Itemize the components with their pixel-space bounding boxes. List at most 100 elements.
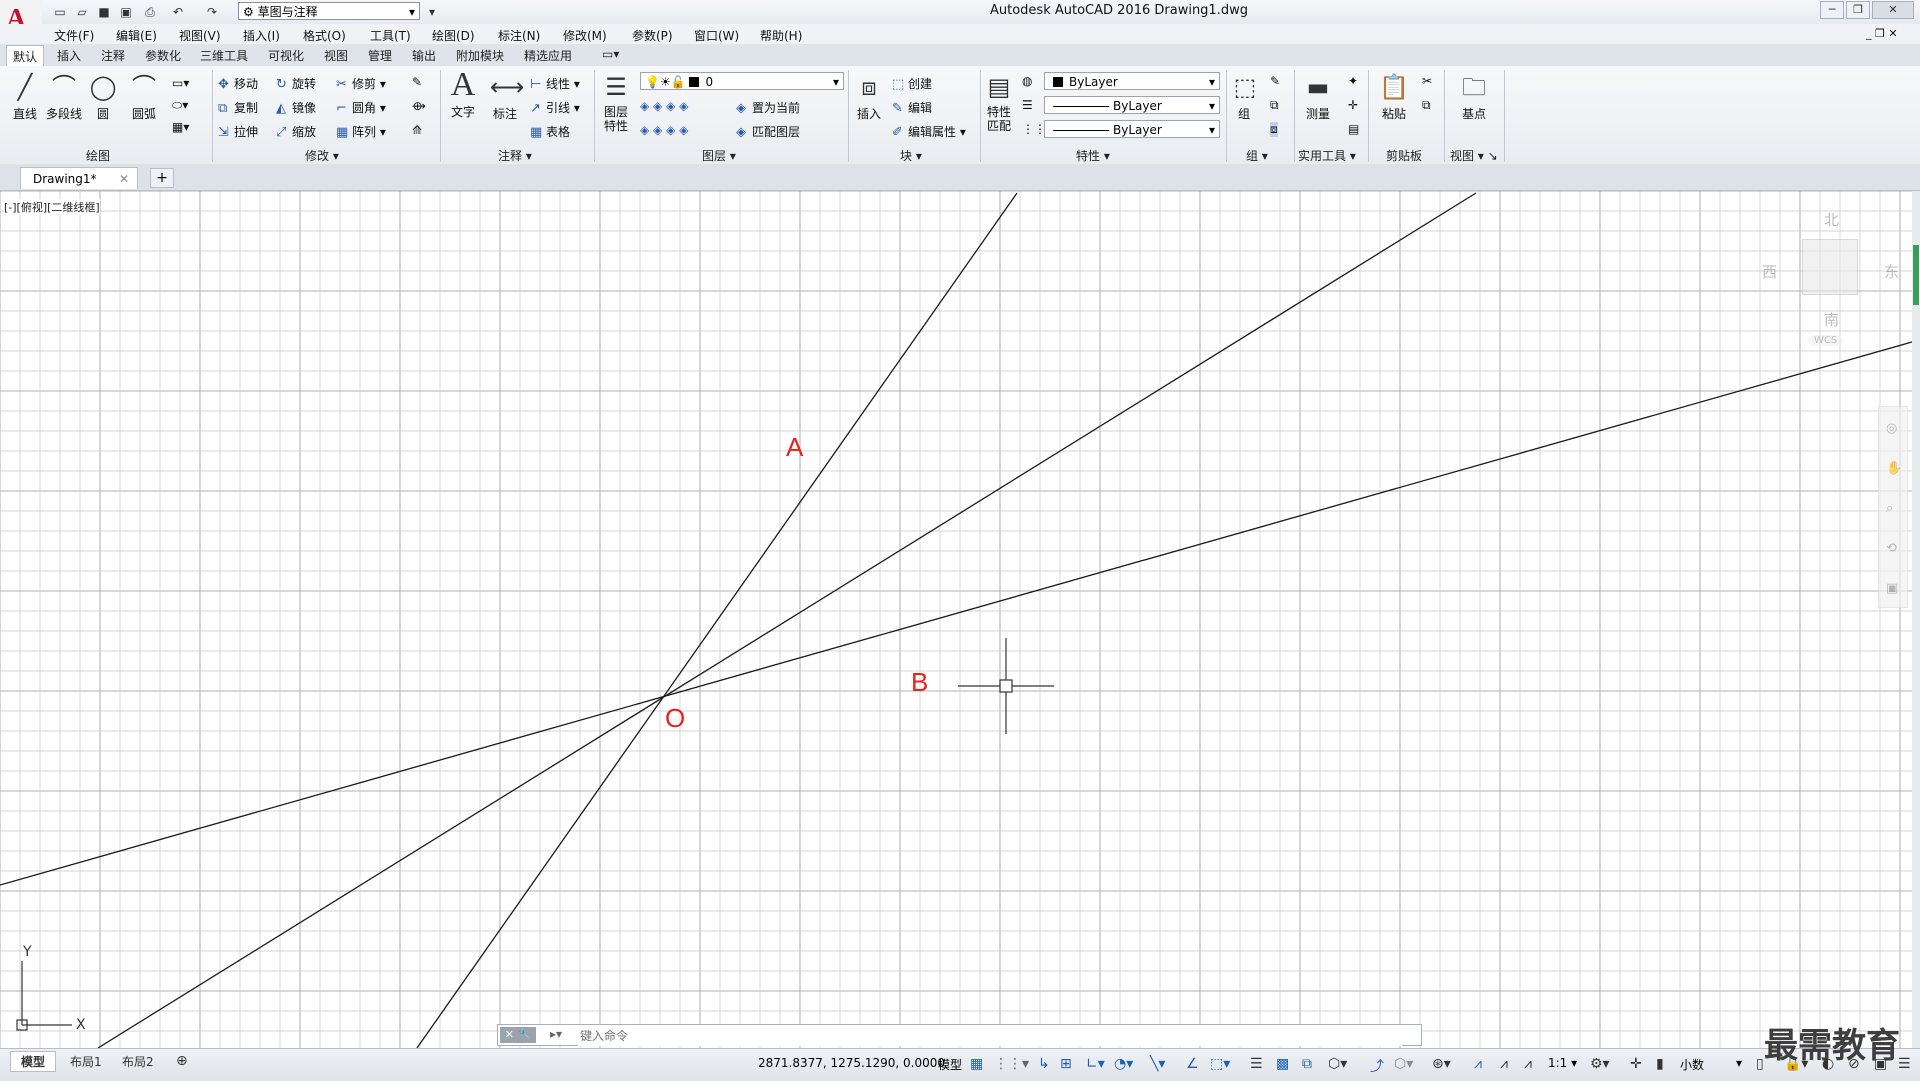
- panel-title-modify[interactable]: 修改 ▾: [305, 147, 339, 164]
- close-tab-icon[interactable]: ✕: [119, 168, 129, 190]
- lineweight-dropdown[interactable]: ByLayer ▾: [1044, 120, 1220, 138]
- restore-button[interactable]: ❐: [1846, 1, 1870, 19]
- tab-layout1[interactable]: 布局1: [70, 1053, 102, 1070]
- tab-parametric[interactable]: 参数化: [145, 47, 181, 64]
- polar-tracking-icon[interactable]: ◔▾: [1114, 1056, 1133, 1072]
- scrollbar-thumb[interactable]: [1913, 245, 1919, 305]
- color-wheel-icon[interactable]: ◍: [1022, 74, 1032, 88]
- quick-access-dropdown-icon[interactable]: ▾: [422, 3, 442, 21]
- menu-parametric[interactable]: 参数(P): [632, 27, 673, 44]
- fillet-tool[interactable]: ⌐ 圆角 ▾: [336, 99, 386, 116]
- insert-block-tool[interactable]: ⧈ 插入: [852, 72, 886, 122]
- command-history-icon[interactable]: ▸▾: [550, 1027, 562, 1041]
- model-space-button[interactable]: 模型: [938, 1056, 962, 1073]
- dimension-tool[interactable]: ⟷ 标注: [488, 72, 524, 122]
- menu-insert[interactable]: 插入(I): [243, 27, 280, 44]
- viewport-controls-label[interactable]: [-][俯视][二维线框]: [4, 199, 100, 215]
- color-dropdown[interactable]: ByLayer ▾: [1044, 72, 1220, 90]
- layer-tools-row-2[interactable]: ◈ ◈ ◈ ◈: [640, 123, 688, 137]
- workspace-dropdown[interactable]: ⚙ 草图与注释 ▾: [238, 2, 420, 20]
- file-tab-drawing1[interactable]: Drawing1* ✕: [20, 167, 138, 189]
- viewcube-north[interactable]: 北: [1824, 209, 1839, 230]
- menu-draw[interactable]: 绘图(D): [432, 27, 475, 44]
- ortho-mode-icon[interactable]: ∟▾: [1086, 1056, 1105, 1072]
- open-file-icon[interactable]: ▱: [72, 3, 92, 21]
- panel-title-draw[interactable]: 绘图: [86, 147, 110, 164]
- drawing-svg[interactable]: A B O Y X: [0, 191, 1912, 1048]
- command-input[interactable]: [578, 1026, 1402, 1046]
- base-view-tool[interactable]: 🗀 基点: [1456, 72, 1492, 122]
- quick-select-icon[interactable]: ✦: [1348, 74, 1358, 88]
- arc-tool[interactable]: ⌒ 圆弧: [126, 72, 162, 122]
- text-tool[interactable]: A 文字: [446, 68, 480, 120]
- undo-icon[interactable]: ↶: [168, 3, 188, 21]
- viewcube-face-top[interactable]: [1802, 239, 1858, 295]
- ribbon-toggle-icon[interactable]: ▭▾: [602, 47, 619, 61]
- panel-title-layers[interactable]: 图层 ▾: [702, 147, 736, 164]
- showmotion-icon[interactable]: ▣: [1886, 581, 1898, 596]
- plot-icon[interactable]: ⎙: [140, 3, 160, 21]
- redo-icon[interactable]: ↷: [202, 3, 222, 21]
- auto-scale-icon[interactable]: ⩘: [1500, 1056, 1508, 1072]
- move-tool[interactable]: ✥ 移动: [218, 75, 258, 92]
- command-line[interactable]: ✕ 🔧 ▸▾: [497, 1024, 1422, 1046]
- annotation-scale-icon[interactable]: ⩘: [1524, 1056, 1532, 1072]
- 3d-osnap-icon[interactable]: ⬡▾: [1328, 1056, 1347, 1072]
- lineweight-icon[interactable]: ☰: [1022, 98, 1033, 112]
- menu-help[interactable]: 帮助(H): [760, 27, 802, 44]
- rotate-tool[interactable]: ↻ 旋转: [276, 75, 316, 92]
- match-properties-tool[interactable]: ▤ 特性 匹配: [984, 72, 1014, 133]
- dynamic-input-icon[interactable]: ⊞: [1060, 1056, 1072, 1072]
- tab-model[interactable]: 模型: [10, 1051, 57, 1072]
- dynamic-ucs-icon[interactable]: ⤴: [1370, 1056, 1384, 1076]
- new-file-icon[interactable]: ▭: [50, 3, 70, 21]
- hatch-icon[interactable]: ▦▾: [172, 120, 189, 134]
- explode-icon[interactable]: ⟴: [412, 99, 426, 113]
- selection-cycling-icon[interactable]: ⧉: [1302, 1056, 1312, 1072]
- viewcube-south[interactable]: 南: [1824, 309, 1839, 330]
- menu-format[interactable]: 格式(O): [303, 27, 346, 44]
- annotation-monitor-icon[interactable]: ✛: [1630, 1056, 1642, 1072]
- tab-addins[interactable]: 附加模块: [456, 47, 504, 64]
- linear-tool[interactable]: ⊢ 线性 ▾: [530, 75, 580, 92]
- wcs-menu[interactable]: WCS: [1808, 335, 1844, 346]
- cut-icon[interactable]: ✂: [1422, 74, 1432, 88]
- lineweight-toggle-icon[interactable]: ☰: [1250, 1056, 1263, 1072]
- copy-tool[interactable]: ⧉ 复制: [218, 99, 258, 116]
- line-tool[interactable]: ╱ 直线: [8, 72, 42, 122]
- tab-featured-apps[interactable]: 精选应用: [524, 47, 572, 64]
- navigation-bar[interactable]: ◎ ✋ ⌕ ⟲ ▣: [1878, 406, 1908, 608]
- erase-icon[interactable]: ✎: [412, 75, 422, 89]
- close-button[interactable]: ✕: [1872, 1, 1914, 19]
- minimize-button[interactable]: ─: [1820, 1, 1844, 19]
- snap-mode-icon[interactable]: ⋮⋮▾: [994, 1056, 1029, 1072]
- mirror-tool[interactable]: ◭ 镜像: [276, 99, 316, 116]
- viewcube-east[interactable]: 东: [1884, 261, 1899, 282]
- drawing-canvas[interactable]: A B O Y X [-][俯视][二维线框] 北 西 东 南 WCS ◎ ✋ …: [0, 191, 1912, 1048]
- scale-tool[interactable]: ⤢ 缩放: [276, 123, 316, 140]
- circle-tool[interactable]: ◯ 圆: [88, 72, 118, 122]
- tab-annotate[interactable]: 注释: [101, 47, 125, 64]
- edit-block-tool[interactable]: ✎ 编辑: [892, 99, 932, 116]
- chevron-down-icon[interactable]: ▾: [1736, 1056, 1742, 1070]
- group-select-icon[interactable]: ⧈: [1270, 122, 1278, 137]
- vertical-scrollbar[interactable]: [1912, 191, 1920, 1048]
- ungroup-icon[interactable]: ✎: [1270, 74, 1280, 88]
- viewcube-west[interactable]: 西: [1762, 261, 1777, 282]
- layer-properties-tool[interactable]: ☰ 图层 特性: [598, 72, 634, 133]
- point-icon[interactable]: ✛: [1348, 98, 1358, 112]
- object-snap-icon[interactable]: ⬚▾: [1210, 1056, 1230, 1072]
- group-tool[interactable]: ⬚ 组: [1230, 72, 1258, 122]
- coordinates-readout[interactable]: 2871.8377, 1275.1290, 0.0000: [758, 1056, 945, 1070]
- menu-edit[interactable]: 编辑(E): [116, 27, 157, 44]
- new-tab-button[interactable]: +: [150, 168, 174, 188]
- tab-visualize[interactable]: 可视化: [268, 47, 304, 64]
- panel-title-clipboard[interactable]: 剪贴板: [1386, 147, 1422, 164]
- isodraft-icon[interactable]: ╲▾: [1150, 1056, 1165, 1072]
- menu-dimension[interactable]: 标注(N): [498, 27, 540, 44]
- rectangle-icon[interactable]: ▭▾: [172, 76, 189, 90]
- selection-filter-icon[interactable]: ⬡▾: [1394, 1056, 1413, 1072]
- command-line-controls[interactable]: ✕ 🔧: [500, 1027, 536, 1043]
- tab-view[interactable]: 视图: [324, 47, 348, 64]
- polyline-tool[interactable]: ⌒ 多段线: [44, 72, 84, 122]
